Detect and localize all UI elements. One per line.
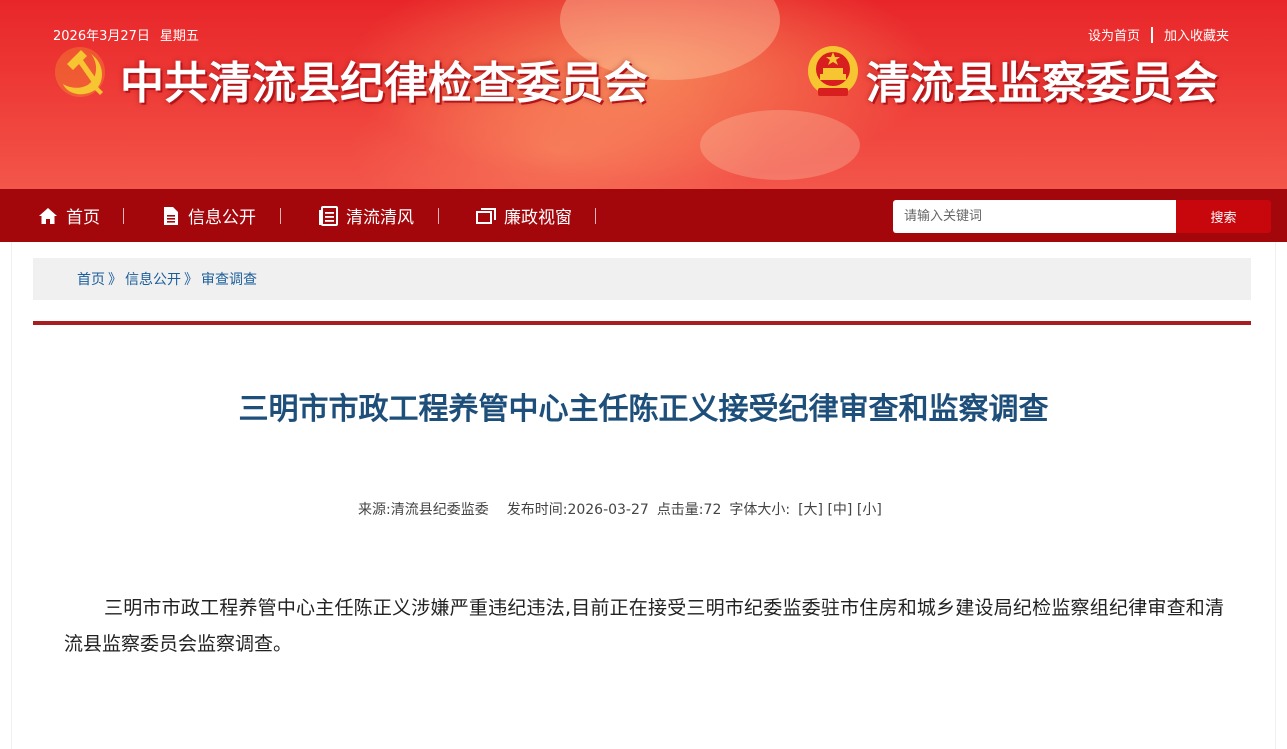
font-medium-button[interactable]: [中]: [827, 502, 852, 518]
breadcrumb-info[interactable]: 信息公开: [125, 269, 181, 289]
header-banner: 2026年3月27日 星期五 设为首页 加入收藏夹 中共清流县纪律检查委员会 清流…: [0, 0, 1287, 189]
font-size-label: 字体大小:: [729, 502, 791, 518]
nav-item-label: 信息公开: [188, 208, 256, 228]
nav-item-qingliu[interactable]: 清流清风: [318, 189, 414, 242]
search-button[interactable]: 搜索: [1176, 200, 1271, 233]
commission-title: 中共清流县纪律检查委员会: [120, 58, 648, 109]
search-box: 搜索: [893, 200, 1271, 233]
top-links: 设为首页 加入收藏夹: [1088, 25, 1229, 44]
weekday-text: 星期五: [159, 29, 199, 44]
add-favorite-link[interactable]: 加入收藏夹: [1164, 25, 1229, 44]
source-label: 来源:: [358, 502, 391, 518]
breadcrumb-separator: 》: [108, 272, 122, 288]
breadcrumb-home[interactable]: 首页: [77, 269, 105, 289]
views-label: 点击量:: [656, 502, 704, 518]
font-small-button[interactable]: [小]: [857, 502, 882, 518]
window-icon: [476, 207, 496, 224]
nav-item-home[interactable]: 首页: [38, 189, 100, 242]
source-value: 清流县纪委监委: [390, 502, 489, 518]
list-document-icon: [319, 205, 338, 226]
content-frame: [11, 242, 1276, 749]
publish-time-value: 2026-03-27: [567, 502, 649, 518]
nav-item-window[interactable]: 廉政视窗: [476, 189, 572, 242]
article-title: 三明市市政工程养管中心主任陈正义接受纪律审查和监察调查: [238, 392, 1049, 427]
party-emblem-icon: [55, 47, 105, 97]
document-icon: [164, 206, 178, 225]
date-text: 2026年3月27日: [53, 29, 150, 44]
font-large-button[interactable]: [大]: [798, 502, 823, 518]
nav-item-label: 首页: [66, 208, 100, 228]
nav-item-label: 清流清风: [346, 208, 414, 228]
nav-item-info[interactable]: 信息公开: [162, 189, 256, 242]
search-input[interactable]: [893, 200, 1176, 233]
article-meta: 来源:清流县纪委监委 发布时间:2026-03-27 点击量:72 字体大小: [大] …: [358, 499, 882, 519]
breadcrumb: 首页 》 信息公开 》 审查调查: [33, 258, 1251, 300]
banner-glow: [700, 110, 860, 180]
supervision-title: 清流县监察委员会: [866, 58, 1218, 109]
nav-divider: [438, 208, 439, 224]
nav-divider: [123, 208, 124, 224]
nav-item-label: 廉政视窗: [504, 208, 572, 228]
home-icon: [39, 207, 57, 224]
breadcrumb-review[interactable]: 审查调查: [201, 269, 257, 289]
breadcrumb-separator: 》: [184, 272, 198, 288]
nav-divider: [280, 208, 281, 224]
nav-divider: [595, 208, 596, 224]
top-links-divider: [1150, 26, 1153, 43]
current-date: 2026年3月27日 星期五: [53, 25, 199, 44]
national-emblem-icon: [808, 46, 858, 96]
divider-rule: [33, 321, 1251, 325]
set-home-link[interactable]: 设为首页: [1088, 25, 1140, 44]
publish-time-label: 发布时间:: [506, 502, 568, 518]
views-count: 72: [703, 502, 722, 518]
article-body: 三明市市政工程养管中心主任陈正义涉嫌严重违纪违法,目前正在接受三明市纪委监委驻市…: [64, 597, 1224, 655]
